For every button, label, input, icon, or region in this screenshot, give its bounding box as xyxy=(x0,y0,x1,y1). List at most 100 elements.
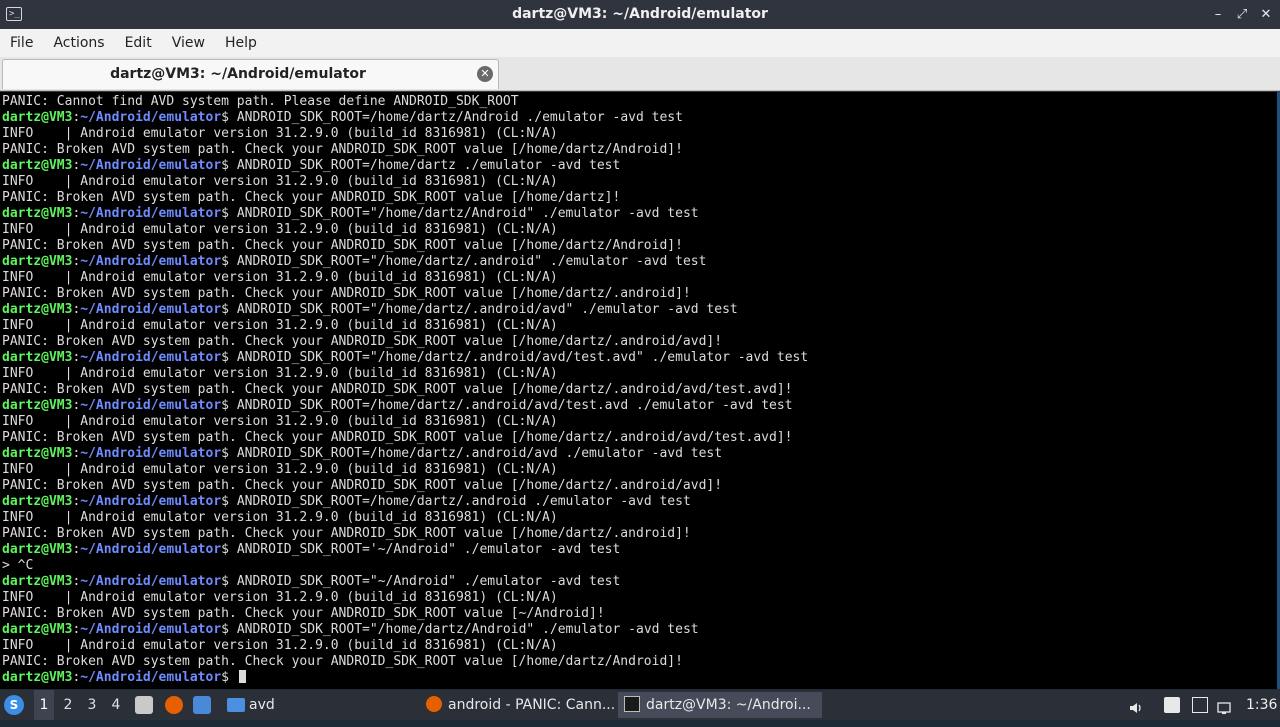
terminal-output-line: INFO | Android emulator version 31.2.9.0… xyxy=(2,222,558,237)
command-text: ANDROID_SDK_ROOT=/home/dartz/Android ./e… xyxy=(236,110,683,125)
prompt-user: dartz@VM3 xyxy=(2,206,73,221)
terminal-output-line: INFO | Android emulator version 31.2.9.0… xyxy=(2,414,558,429)
prompt-dollar: $ xyxy=(221,302,237,317)
prompt-dollar: $ xyxy=(221,254,237,269)
show-desktop-icon[interactable] xyxy=(193,696,211,714)
terminal-view[interactable]: PANIC: Cannot find AVD system path. Plea… xyxy=(0,91,1280,689)
terminal-command-line: dartz@VM3:~/Android/emulator$ ANDROID_SD… xyxy=(2,574,1274,590)
tab-close-icon[interactable]: ✕ xyxy=(477,66,493,82)
prompt-user: dartz@VM3 xyxy=(2,254,73,269)
prompt-path: ~/Android/emulator xyxy=(80,494,222,509)
prompt-user: dartz@VM3 xyxy=(2,110,73,125)
terminal-command-line: dartz@VM3:~/Android/emulator$ ANDROID_SD… xyxy=(2,542,1274,558)
command-text: ANDROID_SDK_ROOT=/home/dartz/.android/av… xyxy=(236,398,793,413)
terminal-command-line: dartz@VM3:~/Android/emulator$ ANDROID_SD… xyxy=(2,302,1274,318)
terminal-output-line: PANIC: Cannot find AVD system path. Plea… xyxy=(2,94,519,109)
prompt-path: ~/Android/emulator xyxy=(80,398,222,413)
terminal-command-line: dartz@VM3:~/Android/emulator$ ANDROID_SD… xyxy=(2,110,1274,126)
task-terminal[interactable]: dartz@VM3: ~/Androi... xyxy=(618,692,822,718)
prompt-path: ~/Android/emulator xyxy=(80,542,222,557)
prompt-user: dartz@VM3 xyxy=(2,542,73,557)
menu-view[interactable]: View xyxy=(162,29,215,57)
prompt-dollar: $ xyxy=(221,670,237,685)
firefox-icon xyxy=(426,696,442,712)
window-title: dartz@VM3: ~/Android/emulator xyxy=(512,6,768,22)
menu-help[interactable]: Help xyxy=(215,29,267,57)
command-text: ANDROID_SDK_ROOT='~/Android" ./emulator … xyxy=(236,542,621,557)
command-text: ANDROID_SDK_ROOT="/home/dartz/Android" .… xyxy=(236,622,699,637)
prompt-dollar: $ xyxy=(221,350,237,365)
prompt-path: ~/Android/emulator xyxy=(80,302,222,317)
prompt-path: ~/Android/emulator xyxy=(80,110,222,125)
tab-terminal[interactable]: dartz@VM3: ~/Android/emulator ✕ xyxy=(2,59,499,89)
network-icon[interactable] xyxy=(1216,697,1232,714)
start-menu-icon[interactable]: S xyxy=(4,695,24,715)
maximize-button[interactable]: ⤢ xyxy=(1236,8,1248,21)
terminal-command-line: dartz@VM3:~/Android/emulator$ ANDROID_SD… xyxy=(2,494,1274,510)
file-manager-icon[interactable] xyxy=(135,696,153,714)
command-text: ANDROID_SDK_ROOT="/home/dartz/.android/a… xyxy=(236,302,738,317)
terminal-output-line: PANIC: Broken AVD system path. Check you… xyxy=(2,190,621,205)
menu-actions[interactable]: Actions xyxy=(43,29,114,57)
terminal-output-line: INFO | Android emulator version 31.2.9.0… xyxy=(2,510,558,525)
terminal-output-line: PANIC: Broken AVD system path. Check you… xyxy=(2,654,683,669)
prompt-user: dartz@VM3 xyxy=(2,350,73,365)
close-button[interactable]: ✕ xyxy=(1260,8,1272,21)
prompt-path: ~/Android/emulator xyxy=(80,206,222,221)
terminal-command-line: dartz@VM3:~/Android/emulator$ ANDROID_SD… xyxy=(2,446,1274,462)
prompt-dollar: $ xyxy=(221,622,237,637)
clipboard-icon[interactable] xyxy=(1164,697,1180,713)
terminal-output-line: PANIC: Broken AVD system path. Check you… xyxy=(2,478,723,493)
terminal-output-line: PANIC: Broken AVD system path. Check you… xyxy=(2,606,605,621)
display-icon[interactable] xyxy=(1192,697,1208,713)
folder-label-avd[interactable]: avd xyxy=(249,690,275,720)
menu-file[interactable]: File xyxy=(0,29,43,57)
command-text: ANDROID_SDK_ROOT="~/Android" ./emulator … xyxy=(236,574,621,589)
prompt-user: dartz@VM3 xyxy=(2,622,73,637)
prompt-dollar: $ xyxy=(221,494,237,509)
terminal-output-line: PANIC: Broken AVD system path. Check you… xyxy=(2,430,793,445)
menu-edit[interactable]: Edit xyxy=(115,29,162,57)
terminal-output-line: PANIC: Broken AVD system path. Check you… xyxy=(2,142,683,157)
terminal-cursor xyxy=(238,670,246,683)
folder-icon[interactable] xyxy=(227,698,245,712)
workspace-3[interactable]: 3 xyxy=(82,690,102,720)
prompt-dollar: $ xyxy=(221,158,237,173)
window-titlebar[interactable]: >_ dartz@VM3: ~/Android/emulator – ⤢ ✕ xyxy=(0,0,1280,29)
terminal-output-line: INFO | Android emulator version 31.2.9.0… xyxy=(2,638,558,653)
tab-label: dartz@VM3: ~/Android/emulator xyxy=(110,66,366,82)
workspace-4[interactable]: 4 xyxy=(106,690,126,720)
window-controls: – ⤢ ✕ xyxy=(1212,0,1272,29)
menu-bar: File Actions Edit View Help xyxy=(0,29,1280,57)
prompt-path: ~/Android/emulator xyxy=(80,158,222,173)
terminal-command-line: dartz@VM3:~/Android/emulator$ ANDROID_SD… xyxy=(2,398,1274,414)
terminal-command-line: dartz@VM3:~/Android/emulator$ xyxy=(2,670,1274,686)
prompt-path: ~/Android/emulator xyxy=(80,350,222,365)
terminal-output: PANIC: Cannot find AVD system path. Plea… xyxy=(2,94,1274,686)
command-text: ANDROID_SDK_ROOT="/home/dartz/.android" … xyxy=(236,254,707,269)
prompt-dollar: $ xyxy=(221,542,237,557)
prompt-path: ~/Android/emulator xyxy=(80,670,222,685)
terminal-output-line: PANIC: Broken AVD system path. Check you… xyxy=(2,382,793,397)
command-text: ANDROID_SDK_ROOT=/home/dartz/.android/av… xyxy=(236,446,723,461)
terminal-command-line: dartz@VM3:~/Android/emulator$ ANDROID_SD… xyxy=(2,350,1274,366)
tab-bar: dartz@VM3: ~/Android/emulator ✕ xyxy=(0,57,1280,91)
prompt-user: dartz@VM3 xyxy=(2,494,73,509)
firefox-icon[interactable] xyxy=(165,696,183,714)
prompt-dollar: $ xyxy=(221,398,237,413)
task-terminal-label: dartz@VM3: ~/Androi... xyxy=(646,697,811,713)
workspace-1[interactable]: 1 xyxy=(34,690,54,720)
task-firefox[interactable]: android - PANIC: Cann... xyxy=(420,692,622,718)
terminal-output-line: INFO | Android emulator version 31.2.9.0… xyxy=(2,174,558,189)
terminal-output-line: PANIC: Broken AVD system path. Check you… xyxy=(2,286,691,301)
terminal-output-line: > ^C xyxy=(2,558,34,573)
minimize-button[interactable]: – xyxy=(1212,8,1224,21)
terminal-output-line: INFO | Android emulator version 31.2.9.0… xyxy=(2,366,558,381)
terminal-output-line: INFO | Android emulator version 31.2.9.0… xyxy=(2,590,558,605)
prompt-user: dartz@VM3 xyxy=(2,446,73,461)
terminal-command-line: dartz@VM3:~/Android/emulator$ ANDROID_SD… xyxy=(2,254,1274,270)
volume-icon[interactable] xyxy=(1128,697,1144,713)
workspace-2[interactable]: 2 xyxy=(58,690,78,720)
task-firefox-label: android - PANIC: Cann... xyxy=(448,697,616,713)
terminal-output-line: PANIC: Broken AVD system path. Check you… xyxy=(2,526,691,541)
